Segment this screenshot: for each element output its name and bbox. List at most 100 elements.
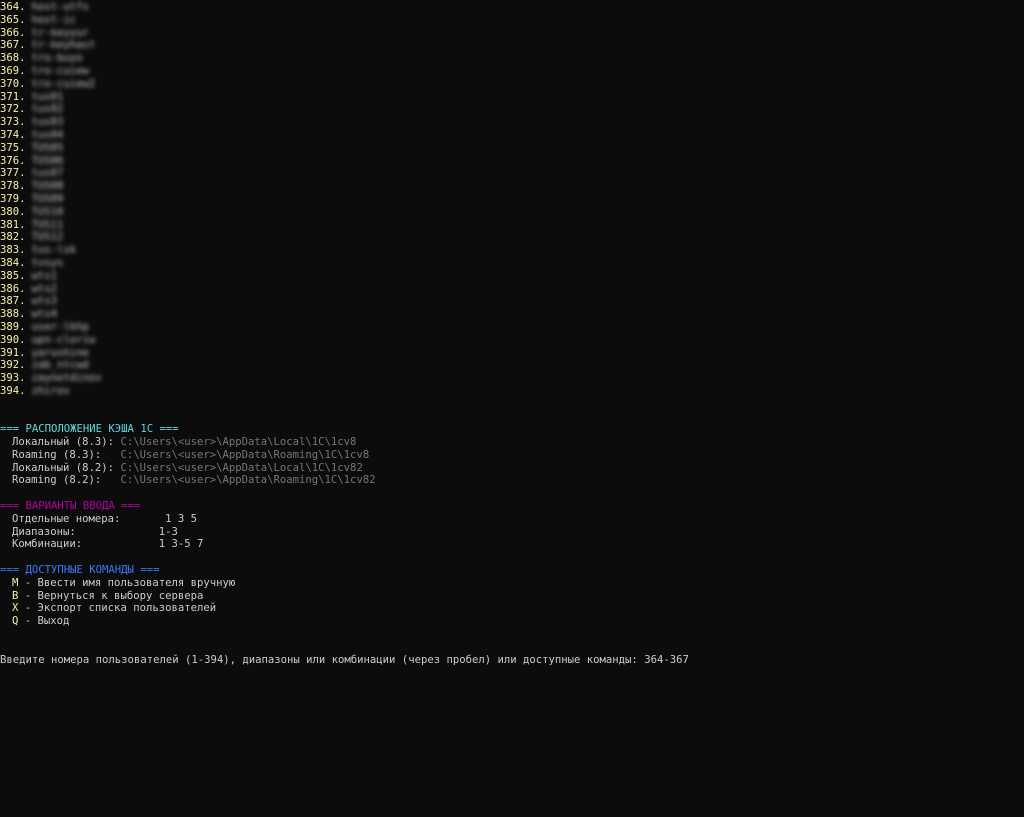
user-list-item: 376. TUS06: [0, 155, 1024, 168]
user-name: TUS12: [31, 231, 64, 244]
cache-label: Локальный (8.3):: [12, 436, 115, 449]
user-list-item: 371. tus01: [0, 91, 1024, 104]
user-list-item: 375. TUS05: [0, 142, 1024, 155]
user-name: TUS08: [31, 180, 64, 193]
input-options-list: Отдельные номера: 1 3 5 Диапазоны: 1-3 Ком…: [0, 513, 1024, 551]
input-option-example: 1 3 5: [152, 512, 197, 525]
user-list-item: 380. TUS10: [0, 206, 1024, 219]
user-list-item: 384. tvsys: [0, 257, 1024, 270]
user-list-item: 383. tus-lsk: [0, 244, 1024, 257]
user-number: 366.: [0, 26, 26, 39]
cache-path: C:\Users\<user>\AppData\Roaming\1C\1cv82: [120, 474, 376, 487]
cache-path: C:\Users\<user>\AppData\Roaming\1C\1cv8: [120, 448, 370, 461]
user-list-item: 368. tro-buyo: [0, 52, 1024, 65]
user-number: 393.: [0, 372, 26, 385]
user-name: tus04: [31, 128, 64, 141]
user-number: 387.: [0, 295, 26, 308]
user-name: tvsys: [31, 256, 64, 269]
user-name: wts1: [31, 269, 58, 282]
user-list-item: 378. TUS08: [0, 180, 1024, 193]
input-option-row: Комбинации: 1 3-5 7: [0, 538, 1024, 551]
user-name: tro-cuiew2: [31, 77, 96, 90]
user-number: 373.: [0, 116, 26, 129]
user-name: tro-buyo: [31, 52, 83, 65]
user-number: 381.: [0, 218, 26, 231]
cache-list: Локальный (8.3): C:\Users\<user>\AppData…: [0, 436, 1024, 487]
user-name: tus-lsk: [31, 244, 77, 257]
input-option-label: Диапазоны:: [12, 525, 121, 538]
user-name: TUS09: [31, 192, 64, 205]
commands-list: M - Ввести имя пользователя вручную B - В…: [0, 577, 1024, 628]
user-name: TUS05: [31, 141, 64, 154]
user-list-item: 367. tr-keyhast: [0, 39, 1024, 52]
user-list-item: 379. TUS09: [0, 193, 1024, 206]
user-name: zab_ntcwd: [31, 359, 89, 372]
user-number: 383.: [0, 244, 26, 257]
user-name: tus07: [31, 167, 64, 180]
command-row: Q - Выход: [0, 615, 1024, 628]
user-number: 384.: [0, 256, 26, 269]
user-number: 364.: [0, 1, 26, 13]
user-list-item: 382. TUS12: [0, 231, 1024, 244]
command-description: - Выход: [18, 615, 70, 628]
user-list-item: 374. tus04: [0, 129, 1024, 142]
user-list: 364. host-utfs 365. host-ic 366. tr-keyyur 367…: [0, 1, 1024, 398]
prompt-line[interactable]: Введите номера пользователей (1-394), ди…: [0, 654, 1024, 667]
cache-label: Roaming (8.2):: [12, 474, 115, 487]
user-name: tus03: [31, 116, 64, 129]
command-description: - Экспорт списка пользователей: [18, 602, 217, 615]
user-name: tus02: [31, 103, 64, 116]
user-list-item: 372. tus02: [0, 103, 1024, 116]
user-number: 372.: [0, 103, 26, 116]
input-option-label: Отдельные номера:: [12, 512, 121, 525]
prompt-input[interactable]: 364-367: [644, 654, 689, 666]
user-number: 375.: [0, 141, 26, 154]
user-number: 389.: [0, 320, 26, 333]
cache-header: === РАСПОЛОЖЕНИЕ КЭША 1С ===: [0, 423, 179, 436]
user-number: 386.: [0, 282, 26, 295]
user-list-item: 381. TUS11: [0, 219, 1024, 232]
user-number: 374.: [0, 128, 26, 141]
user-name: upn-cloriw: [31, 333, 96, 346]
input-option-example: 1 3-5 7: [152, 538, 204, 551]
user-list-item: 385. wts1: [0, 270, 1024, 283]
user-list-item: 387. wts3: [0, 295, 1024, 308]
prompt-text: Введите номера пользователей (1-394), ди…: [0, 653, 645, 666]
cache-path: C:\Users\<user>\AppData\Local\1C\1cv8: [120, 436, 357, 449]
user-name: user-lkhp: [31, 320, 89, 333]
user-name: TUS11: [31, 218, 64, 231]
user-number: 394.: [0, 384, 26, 397]
user-list-item: 390. upn-cloriw: [0, 334, 1024, 347]
input-option-example: 1-3: [152, 525, 178, 538]
cache-row: Локальный (8.2): C:\Users\<user>\AppData…: [0, 462, 1024, 475]
user-name: wts4: [31, 308, 58, 321]
input-option-row: Отдельные номера: 1 3 5: [0, 513, 1024, 526]
user-number: 385.: [0, 269, 26, 282]
user-number: 377.: [0, 167, 26, 180]
user-number: 371.: [0, 90, 26, 103]
user-number: 367.: [0, 39, 26, 52]
user-number: 390.: [0, 333, 26, 346]
command-description: - Вернуться к выбору сервера: [18, 589, 204, 602]
user-number: 369.: [0, 64, 26, 77]
user-name: TUS06: [31, 154, 64, 167]
user-list-item: 393. zaynetdinov: [0, 372, 1024, 385]
user-number: 379.: [0, 192, 26, 205]
user-name: wts2: [31, 282, 58, 295]
user-name: zhirov: [31, 384, 70, 397]
user-name: tro-cuiew: [31, 64, 89, 77]
user-number: 388.: [0, 308, 26, 321]
input-option-label: Комбинации:: [12, 538, 121, 551]
user-list-item: 388. wts4: [0, 308, 1024, 321]
cache-row: Локальный (8.3): C:\Users\<user>\AppData…: [0, 436, 1024, 449]
user-number: 382.: [0, 231, 26, 244]
cache-label: Локальный (8.2):: [12, 461, 115, 474]
user-name: tr-keyhast: [31, 39, 96, 52]
user-list-item: 377. tus07: [0, 167, 1024, 180]
cache-row: Roaming (8.3): C:\Users\<user>\AppData\R…: [0, 449, 1024, 462]
user-name: tus01: [31, 90, 64, 103]
